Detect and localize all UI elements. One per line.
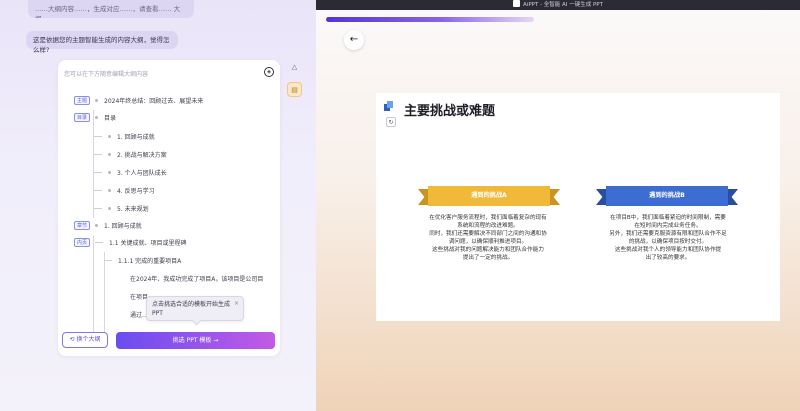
bullet-icon (108, 153, 111, 156)
outline-row-toc-item[interactable]: 1. 回顾与成就 (94, 132, 155, 141)
app-logo-icon (513, 0, 521, 7)
tree-branch (94, 154, 102, 155)
refresh-icon[interactable]: ↻ (386, 117, 396, 127)
challenge-b-heading: 遇到的挑战B (606, 186, 728, 206)
outline-row-text: 在2024年、我成功完成了项目A，该项目是公司目 (130, 276, 264, 283)
tooltip-text: 点击挑选合适的模板开始生成PPT (152, 301, 231, 317)
text-line: 的挑战，以确保项目按时交付。 (628, 239, 708, 245)
text-line: 提出了一定的挑战。 (462, 255, 514, 261)
change-outline-button[interactable]: ⟲ 换个大纲 (62, 332, 108, 348)
refresh-icon: ⟲ (69, 336, 75, 343)
text-line: 调问题，以确保顺利推进项目。 (448, 239, 528, 245)
window-titlebar: AiPPT - 全智能 AI 一键生成 PPT (316, 0, 800, 10)
outline-row-text: 1.1.1 完成的重要项目A (118, 258, 182, 265)
pick-template-button[interactable]: 挑选 PPT 模板 → (116, 332, 275, 349)
compass-icon[interactable]: ◈ (264, 67, 274, 77)
outline-row-text: 2. 挑战与解决方案 (117, 152, 167, 159)
outline-row-text: 5. 未来规划 (117, 206, 149, 213)
tag-toc: 目录 (74, 113, 91, 122)
triangle-tool-icon[interactable]: △ (287, 60, 302, 75)
outline-row-topic[interactable]: 主题 2024年终总结：回顾过去、展望未来 (74, 96, 203, 105)
text-line: 出了较高的要求。 (645, 255, 691, 261)
text-line: 这些挑战对我个人的领导能力和团队协作提 (614, 247, 722, 253)
chat-bubble-previous: ……大纲内容……，生成对应……，请查看…… 大纲…… (28, 0, 194, 18)
tree-branch (94, 208, 102, 209)
outline-row-text: 3. 个人与团队成长 (117, 170, 167, 177)
outline-row-subpage[interactable]: 1.1.1 完成的重要项目A (104, 256, 181, 265)
generation-progress-bar (326, 17, 534, 22)
outline-row-toc[interactable]: 目录 目录 (74, 113, 116, 122)
bullet-icon (95, 116, 99, 119)
slide-preview: 主要挑战或难题 ↻ 遇到的挑战A 在优化客户服务流程时，我们面临着复杂的现有 系… (376, 93, 780, 321)
challenge-a-heading: 遇到的挑战A (428, 186, 550, 206)
chat-bubble-outline-prompt: 这是依据您的主题智能生成的内容大纲，觉得怎么样? (26, 31, 178, 54)
outline-tree-line (93, 110, 94, 218)
outline-row-paragraph[interactable]: 在2024年、我成功完成了项目A，该项目是公司目 (130, 274, 263, 283)
text-line: 这些挑战对我的问题解决能力和团队合作能力 (432, 247, 544, 253)
outline-row-toc-item[interactable]: 5. 未来规划 (94, 204, 149, 213)
text-line: 另外，我们还需要克服资源有限和团队合作不足 (609, 231, 727, 237)
bullet-icon (95, 99, 99, 102)
outline-row-toc-item[interactable]: 3. 个人与团队成长 (94, 168, 167, 177)
bullet-icon (108, 171, 111, 174)
tag-chapter: 章节 (74, 221, 91, 230)
text-line: 在项目B中，我们面临着紧迫的时间限制，需要 (610, 215, 726, 221)
outline-row-text: 2024年终总结：回顾过去、展望未来 (104, 98, 204, 105)
text-line: 同时，我们还需要解决不同部门之间的沟通和协 (429, 231, 547, 237)
challenge-b-banner: 遇到的挑战B (596, 186, 738, 206)
back-arrow-icon[interactable]: ← (344, 30, 364, 50)
outline-edit-hint: 您可以在下方随意编辑大纲内容 (64, 71, 149, 78)
tag-page: 内页 (74, 238, 91, 247)
outline-row-chapter[interactable]: 章节 1. 回顾与成就 (74, 221, 142, 230)
text-line: 系统和流程的改进难题。 (457, 223, 519, 229)
outline-row-toc-item[interactable]: 2. 挑战与解决方案 (94, 150, 167, 159)
template-hint-tooltip: 点击挑选合适的模板开始生成PPT × (146, 296, 244, 321)
outline-row-text: 4. 反思与学习 (117, 188, 155, 195)
tree-branch (104, 260, 112, 261)
outline-row-toc-item[interactable]: 4. 反思与学习 (94, 186, 155, 195)
close-icon[interactable]: × (234, 299, 239, 308)
preview-panel: ← 主要挑战或难题 ↻ 遇到的挑战A 在优化客户服务流程时，我们面临着复杂的现有… (316, 10, 800, 411)
challenge-a-text: 在优化客户服务流程时，我们面临着复杂的现有 系统和流程的改进难题。 同时，我们还… (424, 214, 552, 262)
chat-panel: ……大纲内容……，生成对应……，请查看…… 大纲…… 这是依据您的主题智能生成的… (0, 0, 316, 411)
tree-branch (95, 242, 104, 243)
window-title: AiPPT - 全智能 AI 一键生成 PPT (523, 2, 603, 8)
bullet-icon (95, 224, 99, 227)
bullet-icon (108, 207, 111, 210)
tag-topic: 主题 (74, 96, 91, 105)
document-tool-icon[interactable]: ▤ (287, 82, 302, 97)
text-line: 在优化客户服务流程时，我们面临着复杂的现有 (429, 215, 547, 221)
outline-row-text: 1. 回顾与成就 (117, 134, 155, 141)
change-outline-label: 换个大纲 (76, 336, 101, 343)
bullet-icon (108, 189, 111, 192)
outline-row-page[interactable]: 内页 1.1 关键成就、项目或里程碑 (74, 238, 186, 247)
outline-row-text: 1.1 关键成就、项目或里程碑 (109, 240, 187, 247)
outline-row-text: 1. 回顾与成就 (104, 223, 142, 230)
tree-branch (94, 190, 102, 191)
challenge-a-banner: 遇到的挑战A (418, 186, 560, 206)
slide-title: 主要挑战或难题 (404, 104, 496, 119)
slide-logo-icon (384, 101, 393, 111)
challenge-b-text: 在项目B中，我们面临着紧迫的时间限制，需要 在短时间内完成业务任务。 另外，我们… (604, 214, 732, 262)
outline-tree-line (93, 236, 94, 336)
tree-branch (94, 172, 102, 173)
bullet-icon (108, 135, 111, 138)
outline-row-text: 目录 (104, 115, 117, 122)
text-line: 在短时间内完成业务任务。 (634, 223, 702, 229)
tree-branch (94, 136, 102, 137)
